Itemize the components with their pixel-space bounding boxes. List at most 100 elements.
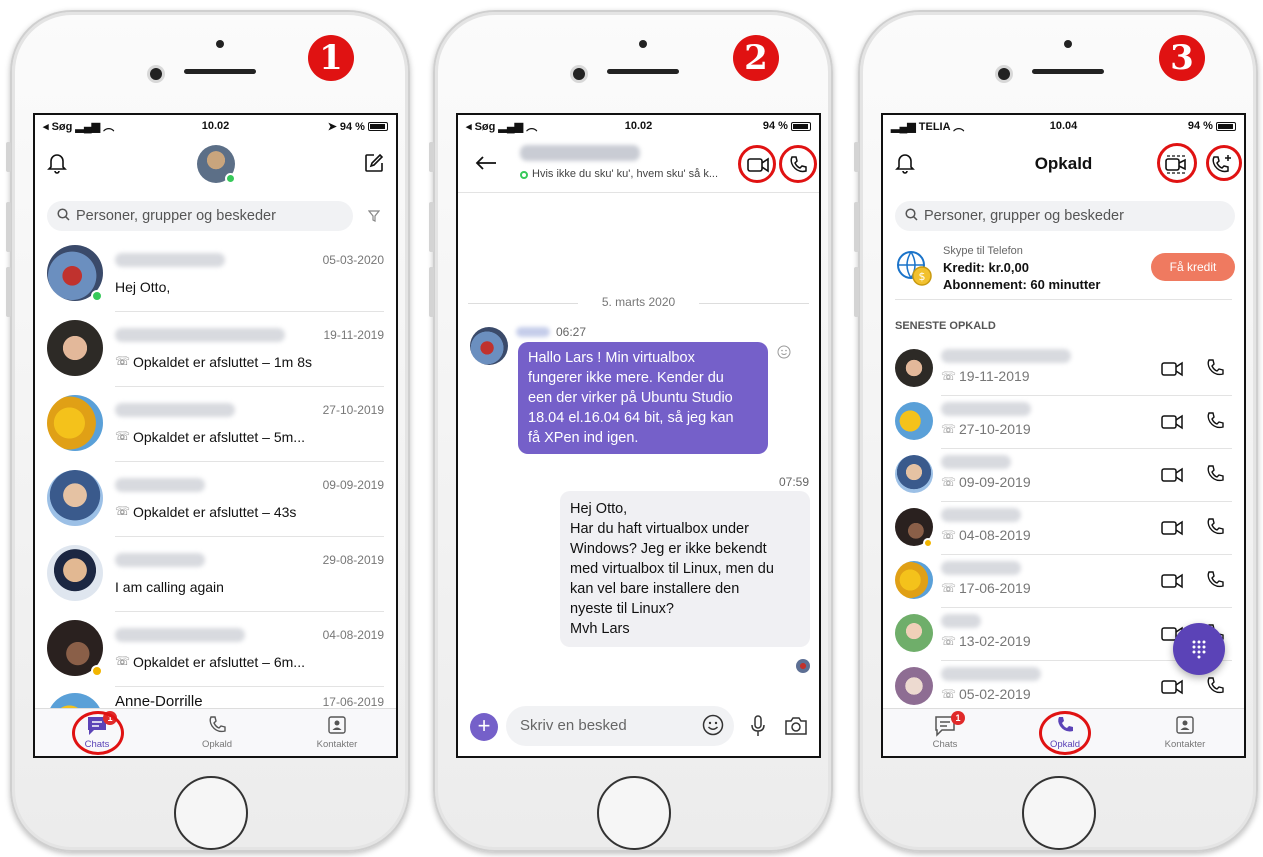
recent-call-row[interactable]: ☏ 04-08-2019 xyxy=(883,502,1244,555)
contact-name-blurred xyxy=(941,402,1031,416)
chat-date: 04-08-2019 xyxy=(322,628,384,642)
call-date: 19-11-2019 xyxy=(959,368,1030,384)
battery-icon xyxy=(368,122,388,132)
search-bar[interactable]: Personer, grupper og beskeder xyxy=(47,201,353,231)
video-call-icon[interactable] xyxy=(1161,361,1183,382)
divider xyxy=(115,686,384,687)
divider xyxy=(115,461,384,462)
outgoing-message[interactable]: Hej Otto, Har du haft virtualbox under W… xyxy=(560,491,810,647)
filter-icon[interactable] xyxy=(365,207,383,225)
recent-call-row[interactable]: ☏ 17-06-2019 xyxy=(883,555,1244,608)
proximity-sensor xyxy=(216,40,224,48)
message-line: fungerer ikke mere. Kender du xyxy=(528,370,724,386)
contact-name-blurred xyxy=(941,455,1011,469)
message-line: Windows? Jeg er ikke bekendt xyxy=(570,541,767,557)
search-icon xyxy=(905,207,918,225)
credit-text: Kredit: kr.0,00 xyxy=(943,260,1029,275)
sender-avatar xyxy=(470,327,508,365)
divider xyxy=(115,611,384,612)
contact-name-blurred xyxy=(941,561,1021,575)
audio-call-icon[interactable] xyxy=(1205,676,1225,701)
message-composer: + Skriv en besked xyxy=(458,698,819,756)
get-credit-button[interactable]: Få kredit xyxy=(1151,253,1235,281)
battery-percent: 94 % xyxy=(762,120,788,132)
audio-call-icon[interactable] xyxy=(1205,358,1225,383)
tab-contacts[interactable]: Kontakter xyxy=(297,715,377,750)
message-line: Hej Otto, xyxy=(570,501,628,517)
call-date: 17-06-2019 xyxy=(959,580,1031,596)
video-call-icon[interactable] xyxy=(1161,414,1183,435)
chat-item[interactable]: 27-10-2019 ☏ Opkaldet er afsluttet – 5m.… xyxy=(35,389,396,464)
video-call-icon[interactable] xyxy=(1161,573,1183,594)
contacts-icon xyxy=(297,715,377,739)
chat-item[interactable]: 09-09-2019 ☏ Opkaldet er afsluttet – 43s xyxy=(35,464,396,539)
recent-call-row[interactable]: ☏ 09-09-2019 xyxy=(883,449,1244,502)
status-bar: ◂ Søg ▂▄▆ ︵ 10.02 94 % xyxy=(458,115,819,137)
step-marker-1: 1 xyxy=(308,35,354,81)
date-separator-label: 5. marts 2020 xyxy=(601,295,676,309)
audio-call-icon[interactable] xyxy=(1205,411,1225,436)
emoji-icon[interactable] xyxy=(702,714,724,741)
chat-preview: Opkaldet er afsluttet – 1m 8s xyxy=(133,354,312,370)
video-call-icon[interactable] xyxy=(1161,679,1183,700)
highlight-circle xyxy=(72,711,124,755)
incoming-message[interactable]: Hallo Lars ! Min virtualbox fungerer ikk… xyxy=(518,342,768,454)
status-bar: ▂▄▆ TELIA ︵ 10.04 94 % xyxy=(883,115,1244,137)
compose-icon[interactable] xyxy=(362,151,386,175)
outgoing-call-icon: ☏ xyxy=(941,475,957,489)
tab-contacts[interactable]: Kontakter xyxy=(1145,715,1225,750)
earpiece-speaker xyxy=(1032,69,1104,74)
search-bar[interactable]: Personer, grupper og beskeder xyxy=(895,201,1235,231)
chat-item[interactable]: 04-08-2019 ☏ Opkaldet er afsluttet – 6m.… xyxy=(35,614,396,689)
contacts-icon xyxy=(1145,715,1225,739)
proximity-sensor xyxy=(1064,40,1072,48)
home-button[interactable] xyxy=(174,776,248,850)
add-button[interactable]: + xyxy=(470,713,498,741)
chats-screen: ◂ Søg ▂▄▆ ︵ 10.02 ➤ 94 % Personer, grupp… xyxy=(33,113,398,758)
call-ended-icon: ☏ xyxy=(115,654,131,668)
chat-item[interactable]: 05-03-2020 Hej Otto, xyxy=(35,239,396,314)
chat-item[interactable]: 19-11-2019 ☏ Opkaldet er afsluttet – 1m … xyxy=(35,314,396,389)
tab-chats[interactable]: Chats 1 xyxy=(905,711,985,750)
recent-call-row[interactable]: ☏ 19-11-2019 xyxy=(883,343,1244,396)
video-call-icon[interactable] xyxy=(1161,467,1183,488)
volume-down-button xyxy=(6,267,11,317)
volume-down-button xyxy=(429,267,434,317)
call-date: 27-10-2019 xyxy=(959,421,1031,437)
audio-call-icon[interactable] xyxy=(1205,517,1225,542)
chat-item[interactable]: 29-08-2019 I am calling again xyxy=(35,539,396,614)
camera-icon[interactable] xyxy=(784,716,808,741)
message-input[interactable]: Skriv en besked xyxy=(506,706,734,746)
reaction-icon[interactable] xyxy=(775,343,793,361)
volume-up-button xyxy=(854,202,859,252)
divider xyxy=(115,386,384,387)
outgoing-call-icon: ☏ xyxy=(941,687,957,701)
chat-preview: Hej Otto, xyxy=(115,279,171,295)
front-camera xyxy=(150,68,162,80)
outgoing-call-icon: ☏ xyxy=(941,422,957,436)
chat-bubble-icon xyxy=(905,715,985,739)
calls-screen: ▂▄▆ TELIA ︵ 10.04 94 % Opkald Personer, … xyxy=(881,113,1246,758)
message-line: kan vel bare installere den xyxy=(570,581,740,597)
bell-icon[interactable] xyxy=(45,151,69,175)
tab-calls[interactable]: Opkald xyxy=(177,715,257,750)
mood-message: Hvis ikke du sku' ku', hvem sku' så k... xyxy=(532,168,719,180)
home-button[interactable] xyxy=(597,776,671,850)
back-to-search-label: ◂ Søg xyxy=(466,121,496,133)
dialpad-button[interactable] xyxy=(1173,623,1225,675)
recent-call-row[interactable]: ☏ 27-10-2019 xyxy=(883,396,1244,449)
chat-date: 27-10-2019 xyxy=(322,403,384,417)
home-button[interactable] xyxy=(1022,776,1096,850)
contact-name-blurred xyxy=(115,328,285,342)
location-icon: ➤ xyxy=(327,120,340,133)
back-arrow-icon[interactable] xyxy=(472,151,500,175)
audio-call-icon[interactable] xyxy=(1205,464,1225,489)
earpiece-speaker xyxy=(184,69,256,74)
sender-name-blurred xyxy=(516,327,550,337)
back-to-search-label: ◂ Søg xyxy=(43,121,73,133)
microphone-icon[interactable] xyxy=(750,715,766,742)
video-call-icon[interactable] xyxy=(1161,520,1183,541)
battery-percent: 94 % xyxy=(339,120,365,133)
audio-call-icon[interactable] xyxy=(1205,570,1225,595)
call-date: 04-08-2019 xyxy=(959,527,1031,543)
